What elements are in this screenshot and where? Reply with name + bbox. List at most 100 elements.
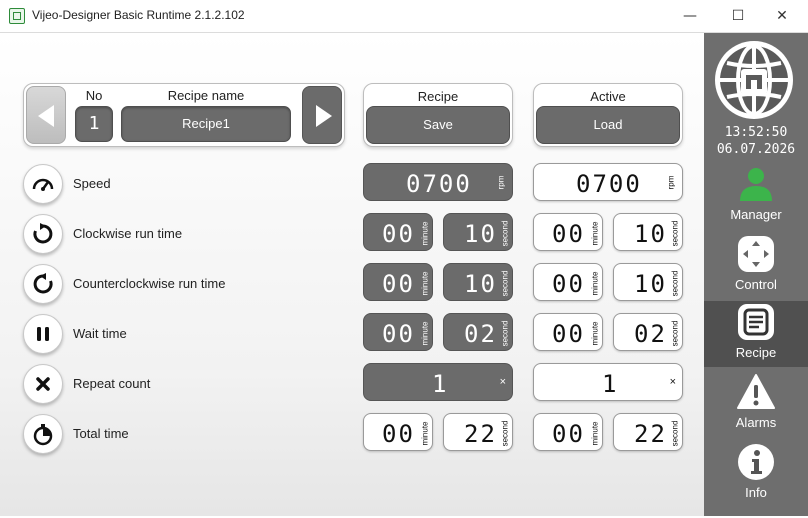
nav-manager[interactable]: Manager xyxy=(704,163,808,229)
previous-recipe-button[interactable] xyxy=(26,86,66,144)
active-wait-second-value: 02 xyxy=(634,320,667,348)
active-cw-second-value: 10 xyxy=(634,220,667,248)
recipe-cw-minute-field[interactable]: 00 minute xyxy=(363,213,433,251)
rpm-unit: rpm xyxy=(496,175,506,190)
second-unit: second xyxy=(500,420,510,447)
minute-unit: minute xyxy=(420,421,430,446)
recipe-ccw-second-field[interactable]: 10 second xyxy=(443,263,513,301)
recipe-repeat-count-value: 1 xyxy=(432,370,449,398)
close-x-icon xyxy=(23,364,63,404)
second-unit: second xyxy=(500,220,510,247)
recipe-speed-field[interactable]: 0700 rpm xyxy=(363,163,513,201)
date-display: 06.07.2026 xyxy=(716,142,796,157)
minute-unit: minute xyxy=(590,321,600,346)
active-ccw-minute-field: 00 minute xyxy=(533,263,603,301)
nav-control[interactable]: Control xyxy=(704,233,808,299)
second-unit: second xyxy=(670,270,680,297)
recipe-wait-second-value: 02 xyxy=(464,320,497,348)
recipe-ccw-minute-field[interactable]: 00 minute xyxy=(363,263,433,301)
clockwise-run-time-label: Clockwise run time xyxy=(73,226,183,241)
save-button[interactable]: Save xyxy=(366,106,510,144)
active-group-label: Active xyxy=(590,89,626,104)
dpad-icon xyxy=(738,236,774,272)
window-title: Vijeo-Designer Basic Runtime 2.1.2.102 xyxy=(32,8,245,22)
maximize-button[interactable]: ☐ xyxy=(716,4,760,28)
times-unit: × xyxy=(499,376,506,388)
counterclockwise-run-time-label: Counterclockwise run time xyxy=(73,276,226,291)
next-recipe-button[interactable] xyxy=(302,86,342,144)
active-repeat-count-field: 1 × xyxy=(533,363,683,401)
recipe-group-label: Recipe xyxy=(417,89,459,104)
active-ccw-minute-value: 00 xyxy=(552,270,585,298)
second-unit: second xyxy=(670,420,680,447)
minute-unit: minute xyxy=(420,271,430,296)
time-display: 13:52:50 xyxy=(724,125,788,140)
recipe-repeat-count-field[interactable]: 1 × xyxy=(363,363,513,401)
recipe-cw-second-field[interactable]: 10 second xyxy=(443,213,513,251)
active-cw-minute-value: 00 xyxy=(552,220,585,248)
nav-recipe-label: Recipe xyxy=(735,345,777,360)
active-load-group: Active Load xyxy=(533,83,683,147)
nav-control-label: Control xyxy=(735,277,777,292)
recipe-wait-minute-value: 00 xyxy=(382,320,415,348)
recipe-total-minute-value: 00 xyxy=(382,420,415,448)
nav-info-label: Info xyxy=(745,485,767,500)
recipe-total-minute-field: 00 minute xyxy=(363,413,433,451)
active-total-second-value: 22 xyxy=(634,420,667,448)
minute-unit: minute xyxy=(590,271,600,296)
info-icon xyxy=(738,444,774,480)
second-unit: second xyxy=(500,320,510,347)
globe-logo-icon xyxy=(715,41,793,119)
second-unit: second xyxy=(500,270,510,297)
warning-icon xyxy=(737,374,775,409)
active-wait-minute-field: 00 minute xyxy=(533,313,603,351)
app-icon xyxy=(9,8,25,24)
recipe-speed-value: 0700 xyxy=(406,170,472,198)
recipe-ccw-minute-value: 00 xyxy=(382,270,415,298)
minute-unit: minute xyxy=(590,421,600,446)
recipe-cw-minute-value: 00 xyxy=(382,220,415,248)
active-ccw-second-field: 10 second xyxy=(613,263,683,301)
active-speed-value: 0700 xyxy=(576,170,642,198)
stopwatch-icon xyxy=(23,414,63,454)
recipe-name-label: Recipe name xyxy=(167,88,245,103)
title-bar: Vijeo-Designer Basic Runtime 2.1.2.102 —… xyxy=(0,0,808,33)
active-cw-minute-field: 00 minute xyxy=(533,213,603,251)
active-ccw-second-value: 10 xyxy=(634,270,667,298)
active-speed-field: 0700 rpm xyxy=(533,163,683,201)
recipe-wait-minute-field[interactable]: 00 minute xyxy=(363,313,433,351)
second-unit: second xyxy=(670,220,680,247)
document-icon xyxy=(738,304,774,340)
sidebar: 13:52:50 06.07.2026 Manager Control Reci… xyxy=(704,33,808,516)
nav-alarms[interactable]: Alarms xyxy=(704,371,808,437)
load-button[interactable]: Load xyxy=(536,106,680,144)
active-total-second-field: 22 second xyxy=(613,413,683,451)
speed-label: Speed xyxy=(73,176,111,191)
nav-info[interactable]: Info xyxy=(704,441,808,507)
repeat-count-label: Repeat count xyxy=(73,376,151,391)
nav-recipe[interactable]: Recipe xyxy=(704,301,808,367)
recipe-number-field[interactable]: 1 xyxy=(75,106,113,142)
active-wait-minute-value: 00 xyxy=(552,320,585,348)
wait-time-label: Wait time xyxy=(73,326,127,341)
active-cw-second-field: 10 second xyxy=(613,213,683,251)
close-button[interactable]: ✕ xyxy=(760,4,804,28)
recipe-cw-second-value: 10 xyxy=(464,220,497,248)
recipe-name-field[interactable]: Recipe1 xyxy=(121,106,291,142)
minimize-button[interactable]: — xyxy=(668,4,712,28)
second-unit: second xyxy=(670,320,680,347)
recipe-total-second-field: 22 second xyxy=(443,413,513,451)
active-total-minute-field: 00 minute xyxy=(533,413,603,451)
counterclockwise-icon xyxy=(23,264,63,304)
rpm-unit: rpm xyxy=(666,175,676,190)
no-label: No xyxy=(85,88,103,103)
nav-alarms-label: Alarms xyxy=(735,415,777,430)
speedometer-icon xyxy=(23,164,63,204)
minute-unit: minute xyxy=(590,221,600,246)
recipe-wait-second-field[interactable]: 02 second xyxy=(443,313,513,351)
total-time-label: Total time xyxy=(73,426,129,441)
recipe-ccw-second-value: 10 xyxy=(464,270,497,298)
active-repeat-count-value: 1 xyxy=(602,370,619,398)
recipe-total-second-value: 22 xyxy=(464,420,497,448)
arrow-right-icon xyxy=(316,105,332,127)
